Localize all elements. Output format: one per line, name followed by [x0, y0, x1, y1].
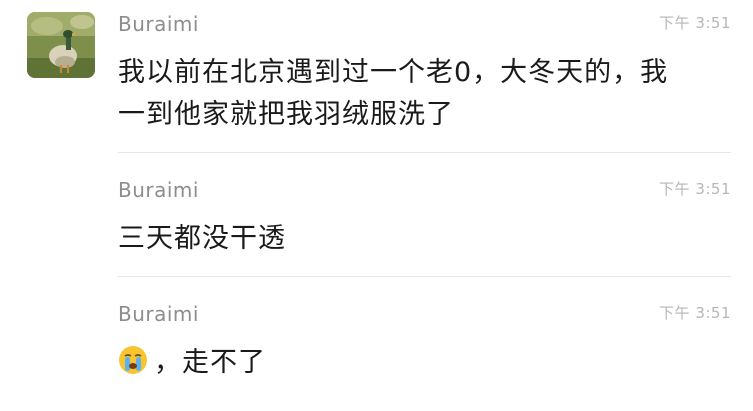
sender-name[interactable]: Buraimi: [118, 178, 199, 202]
message-line: 我以前在北京遇到过一个老0，大冬天的，我: [118, 57, 669, 88]
message-text-content: ，走不了: [154, 347, 266, 378]
message-time: 下午 3:51: [659, 180, 731, 198]
message-2: Buraimi 下午 3:51 三天都没干透: [118, 178, 731, 258]
message-line: 一到他家就把我羽绒服洗了: [118, 99, 454, 130]
crying-face-icon: [118, 345, 148, 375]
avatar[interactable]: [27, 12, 95, 78]
message-time: 下午 3:51: [659, 14, 731, 32]
message-time: 下午 3:51: [659, 304, 731, 322]
message-divider: [118, 152, 731, 153]
sender-name[interactable]: Buraimi: [118, 302, 199, 326]
message-text[interactable]: 三天都没干透: [118, 218, 718, 260]
message-1: Buraimi 下午 3:51 我以前在北京遇到过一个老0，大冬天的，我 一到他…: [118, 12, 731, 142]
message-3: Buraimi 下午 3:51 ，走不了: [118, 302, 731, 392]
message-text[interactable]: ，走不了: [118, 342, 718, 384]
message-divider: [118, 276, 731, 277]
message-text[interactable]: 我以前在北京遇到过一个老0，大冬天的，我 一到他家就把我羽绒服洗了: [118, 52, 718, 136]
sender-name[interactable]: Buraimi: [118, 12, 199, 36]
